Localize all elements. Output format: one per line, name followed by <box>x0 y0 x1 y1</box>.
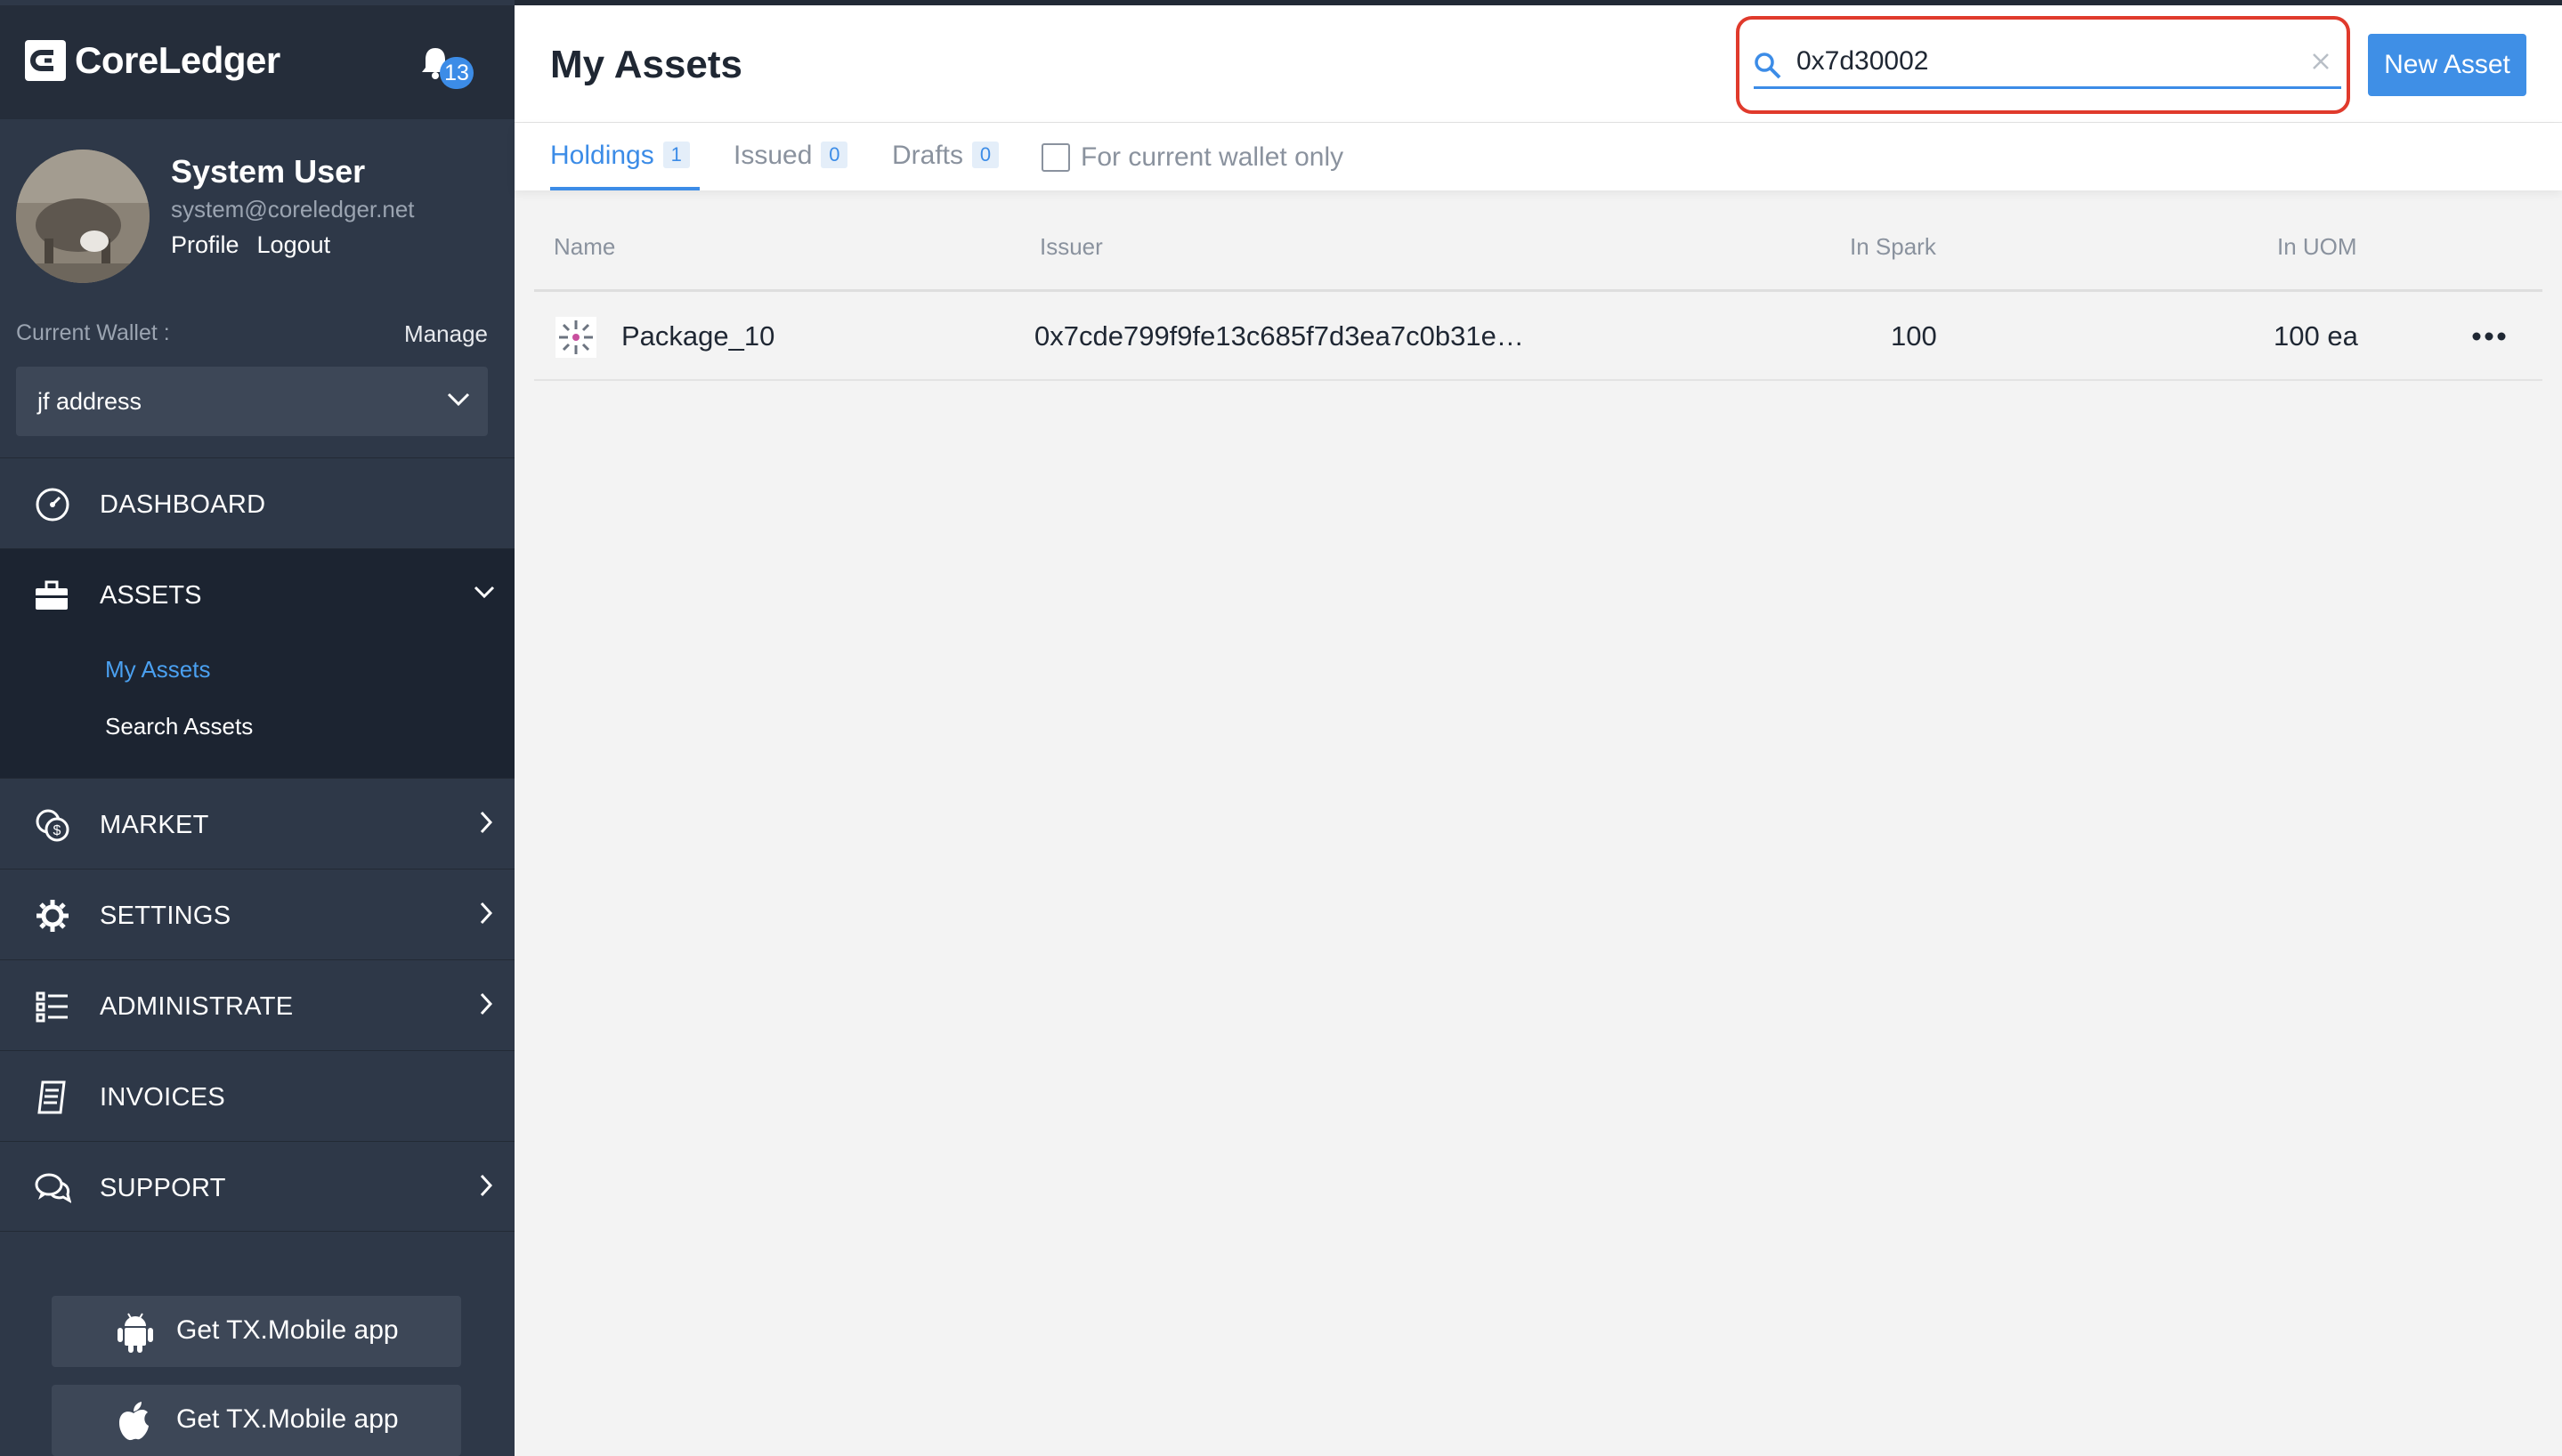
ios-app-label: Get TX.Mobile app <box>176 1404 399 1434</box>
asset-name[interactable]: Package_10 <box>621 320 774 352</box>
nav-sub-my-assets[interactable]: My Assets <box>105 656 210 684</box>
more-options-icon[interactable] <box>2469 319 2509 354</box>
tab-count-badge: 0 <box>821 142 848 168</box>
coins-icon: $ <box>36 809 69 842</box>
chat-bubbles-icon <box>35 1173 71 1203</box>
notifications-button[interactable]: 13 <box>420 41 474 94</box>
nav-label-dashboard: DASHBOARD <box>100 490 266 519</box>
nav-item-invoices[interactable]: INVOICES <box>0 1050 515 1141</box>
nav-item-assets[interactable]: ASSETS <box>0 549 515 640</box>
list-icon <box>36 991 68 1023</box>
brand-name: CoreLedger <box>75 39 280 81</box>
column-header-in-spark[interactable]: In Spark <box>1850 233 1936 261</box>
tab-label: Issued <box>734 141 813 170</box>
briefcase-icon <box>36 580 68 610</box>
avatar-image <box>16 150 150 283</box>
current-wallet-only-checkbox[interactable]: For current wallet only <box>1042 142 1343 173</box>
apple-icon <box>119 1402 149 1441</box>
manage-wallet-link[interactable]: Manage <box>404 320 488 348</box>
tab-count-badge: 1 <box>662 142 690 168</box>
nav-label-administrate: ADMINISTRATE <box>100 992 294 1021</box>
asset-in-spark: 100 <box>1891 320 1937 352</box>
nav-label-assets: ASSETS <box>100 581 202 610</box>
checkbox-label: For current wallet only <box>1081 142 1344 172</box>
nav-item-settings[interactable]: SETTINGS <box>0 869 515 959</box>
wallet-select[interactable]: jf address <box>16 367 488 436</box>
checkbox-box[interactable] <box>1042 143 1070 172</box>
logo[interactable]: CoreLedger <box>25 39 280 82</box>
notification-count-badge: 13 <box>440 57 474 89</box>
nav-label-settings: SETTINGS <box>100 902 231 930</box>
asset-thumbnail-icon <box>555 317 596 358</box>
chevron-right-icon <box>480 902 493 925</box>
close-icon[interactable] <box>2311 52 2331 71</box>
asset-issuer: 0x7cde799f9fe13c685f7d3ea7c0b31e… <box>1034 320 1524 352</box>
nav-sub-search-assets[interactable]: Search Assets <box>105 713 253 740</box>
svg-text:$: $ <box>53 823 61 838</box>
android-app-button[interactable]: Get TX.Mobile app <box>52 1296 461 1367</box>
user-email: system@coreledger.net <box>171 196 415 222</box>
profile-link[interactable]: Profile <box>171 231 239 259</box>
avatar[interactable] <box>16 150 150 283</box>
nav-item-administrate[interactable]: ADMINISTRATE <box>0 959 515 1050</box>
nav-item-market[interactable]: $ MARKET <box>0 778 515 869</box>
chevron-right-icon <box>480 811 493 834</box>
main-nav: DASHBOARD ASSETS My Assets Search Assets <box>0 457 515 1232</box>
speedometer-icon <box>36 488 69 522</box>
search-input[interactable] <box>1796 41 2295 82</box>
page-header: My Assets New Asset <box>515 5 2562 123</box>
assets-table: Name Issuer In Spark In UOM Package_10 0… <box>534 210 2542 381</box>
new-asset-button[interactable]: New Asset <box>2368 34 2526 96</box>
tab-count-badge: 0 <box>972 142 1000 168</box>
column-header-name[interactable]: Name <box>554 233 615 261</box>
chevron-down-icon <box>447 392 470 407</box>
android-icon <box>118 1313 153 1353</box>
nav-item-support[interactable]: SUPPORT <box>0 1141 515 1232</box>
tab-holdings[interactable]: Holdings 1 <box>550 141 700 190</box>
chevron-right-icon <box>480 1174 493 1197</box>
search-box <box>1754 37 2341 89</box>
tab-drafts[interactable]: Drafts 0 <box>892 141 1000 190</box>
asset-in-uom: 100 ea <box>2274 320 2358 352</box>
nav-label-support: SUPPORT <box>100 1174 226 1202</box>
page-title: My Assets <box>550 43 743 86</box>
nav-item-dashboard[interactable]: DASHBOARD <box>0 457 515 548</box>
table-header: Name Issuer In Spark In UOM <box>534 210 2542 292</box>
asset-tabs: Holdings 1 Issued 0 Drafts 0 For current wa… <box>515 123 2562 190</box>
coreledger-logo-icon <box>25 40 66 81</box>
android-app-label: Get TX.Mobile app <box>176 1315 399 1345</box>
ios-app-button[interactable]: Get TX.Mobile app <box>52 1385 461 1456</box>
brand-bar: CoreLedger 13 <box>0 5 515 119</box>
search-highlight <box>1736 16 2350 114</box>
column-header-in-uom[interactable]: In UOM <box>2277 233 2357 261</box>
column-header-issuer[interactable]: Issuer <box>1040 233 1103 261</box>
invoice-icon <box>37 1080 66 1114</box>
nav-label-invoices: INVOICES <box>100 1083 225 1112</box>
tab-label: Drafts <box>892 141 964 170</box>
user-name: System User <box>171 153 366 190</box>
tab-label: Holdings <box>550 141 654 170</box>
chevron-down-icon <box>474 586 495 599</box>
chevron-right-icon <box>480 992 493 1015</box>
nav-label-market: MARKET <box>100 811 209 839</box>
sidebar: CoreLedger 13 System User system@coreled… <box>0 0 515 1456</box>
gear-icon <box>36 900 69 932</box>
table-row[interactable]: Package_10 0x7cde799f9fe13c685f7d3ea7c0b… <box>534 292 2542 381</box>
logout-link[interactable]: Logout <box>257 231 331 259</box>
wallet-select-value: jf address <box>37 388 142 415</box>
nav-group-assets: ASSETS My Assets Search Assets <box>0 548 515 778</box>
tab-issued[interactable]: Issued 0 <box>734 141 848 190</box>
search-icon <box>1755 53 1781 79</box>
current-wallet-label: Current Wallet : <box>16 320 170 345</box>
user-panel: System User system@coreledger.net Profil… <box>0 119 515 297</box>
